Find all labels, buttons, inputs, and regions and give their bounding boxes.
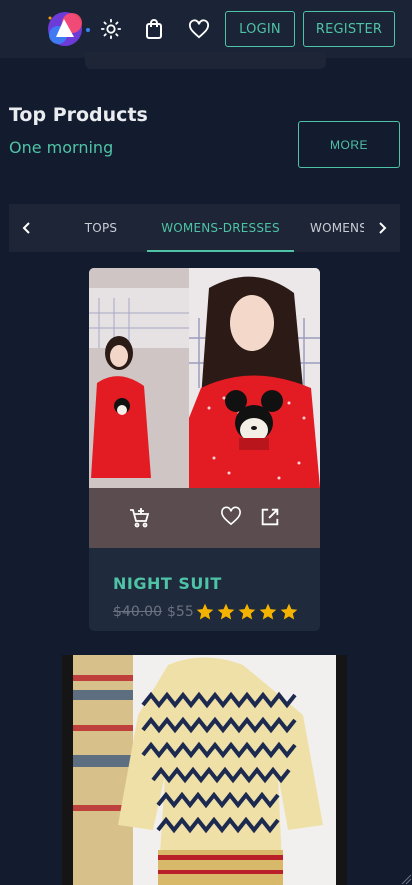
resize-grip-icon[interactable] bbox=[400, 873, 412, 885]
login-button[interactable]: LOGIN bbox=[225, 11, 295, 47]
product-name[interactable]: NIGHT SUIT bbox=[113, 574, 222, 593]
product-image[interactable] bbox=[73, 655, 336, 885]
star-icon bbox=[238, 603, 256, 620]
section-title: Top Products bbox=[9, 104, 148, 126]
star-icon bbox=[280, 603, 298, 620]
sun-icon[interactable] bbox=[99, 17, 123, 41]
tab-womens[interactable]: WOMENS bbox=[310, 204, 370, 252]
top-nav: LOGIN REGISTER bbox=[0, 0, 412, 58]
star-icon bbox=[259, 603, 277, 620]
open-external-icon[interactable] bbox=[259, 506, 283, 530]
product-actions-bar bbox=[89, 488, 320, 548]
product-card[interactable] bbox=[62, 655, 347, 885]
rating-stars bbox=[195, 602, 299, 622]
active-tab-indicator bbox=[147, 250, 294, 252]
brand-logo[interactable] bbox=[44, 9, 90, 49]
star-icon bbox=[196, 603, 214, 620]
register-button[interactable]: REGISTER bbox=[303, 11, 395, 47]
dropdown-panel-edge bbox=[85, 52, 326, 69]
more-button[interactable]: MORE bbox=[298, 121, 400, 168]
tab-womens-dresses[interactable]: WOMENS-DRESSES bbox=[147, 204, 294, 252]
category-tabs: TOPS WOMENS-DRESSES WOMENS bbox=[9, 204, 400, 252]
original-price: $40.00 bbox=[113, 604, 162, 620]
product-card[interactable]: NIGHT SUIT $40.00 $55 bbox=[89, 268, 320, 631]
tab-scroll-right-icon[interactable] bbox=[364, 204, 400, 252]
tab-scroll-left-icon[interactable] bbox=[9, 204, 45, 252]
tab-tops[interactable]: TOPS bbox=[67, 204, 135, 252]
section-subtitle: One morning bbox=[9, 138, 114, 157]
star-icon bbox=[217, 603, 235, 620]
wishlist-heart-icon[interactable] bbox=[220, 506, 244, 530]
page: LOGIN REGISTER Top Products One morning … bbox=[0, 0, 412, 885]
heart-icon[interactable] bbox=[187, 17, 211, 41]
bag-icon[interactable] bbox=[142, 17, 166, 41]
sale-price: $55 bbox=[167, 604, 194, 620]
add-to-cart-icon[interactable] bbox=[127, 506, 151, 530]
